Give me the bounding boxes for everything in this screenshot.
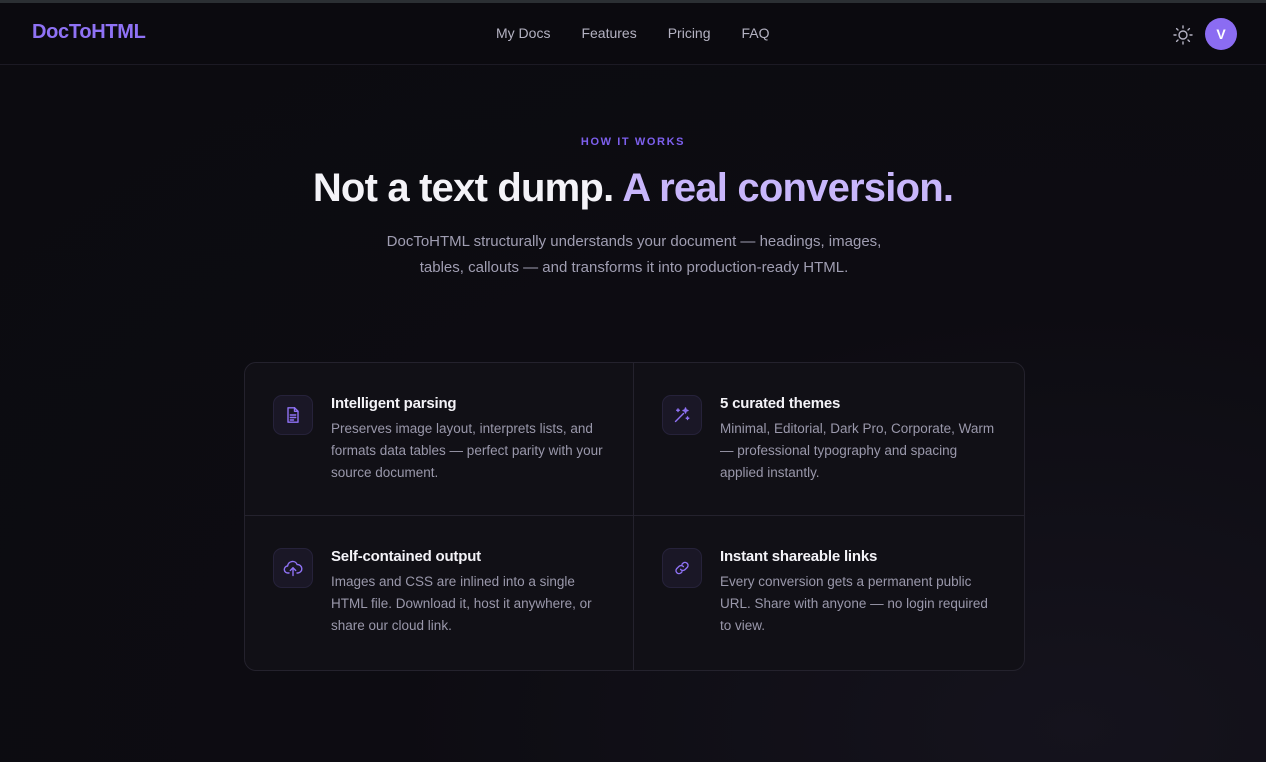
features-grid: Intelligent parsing Preserves image layo… (244, 362, 1025, 671)
feature-card-intelligent-parsing: Intelligent parsing Preserves image layo… (245, 363, 634, 516)
cloud-upload-icon (283, 560, 303, 577)
feature-description: Minimal, Editorial, Dark Pro, Corporate,… (720, 421, 995, 480)
link-icon (675, 561, 689, 575)
magic-wand-icon (674, 407, 690, 423)
feature-icon-box (662, 548, 702, 588)
feature-icon-box (662, 395, 702, 435)
brand-logo[interactable]: DocToHTML (32, 21, 146, 44)
feature-description: Preserves image layout, interprets lists… (331, 421, 603, 480)
feature-card-shareable-links: Instant shareable links Every conversion… (634, 516, 1024, 670)
feature-title: Intelligent parsing (331, 395, 457, 412)
nav-link-features[interactable]: Features (581, 25, 636, 41)
nav-link-faq[interactable]: FAQ (742, 25, 770, 41)
section-subtitle: DocToHTML structurally understands your … (386, 233, 882, 276)
feature-title: Self-contained output (331, 548, 481, 565)
feature-icon-box (273, 548, 313, 588)
top-navbar: DocToHTML My Docs Features Pricing FAQ V (0, 3, 1266, 65)
user-avatar[interactable]: V (1205, 18, 1237, 50)
feature-card-curated-themes: 5 curated themes Minimal, Editorial, Dar… (634, 363, 1024, 516)
feature-icon-box (273, 395, 313, 435)
theme-toggle-button[interactable] (1172, 24, 1194, 46)
headline-main: Not a text dump. (312, 166, 614, 210)
section-eyebrow: HOW IT WORKS (580, 136, 686, 148)
feature-description: Images and CSS are inlined into a single… (331, 574, 592, 633)
feature-title: Instant shareable links (720, 548, 878, 565)
feature-title: 5 curated themes (720, 395, 841, 412)
nav-link-my-docs[interactable]: My Docs (496, 25, 550, 41)
headline-accent: A real conversion. (622, 166, 954, 210)
document-icon (287, 407, 299, 423)
main-nav: My Docs Features Pricing FAQ (496, 25, 801, 41)
sun-icon (1173, 25, 1193, 45)
section-headline: Not a text dump. A real conversion. (0, 166, 1266, 211)
feature-description: Every conversion gets a permanent public… (720, 574, 988, 633)
feature-card-self-contained-output: Self-contained output Images and CSS are… (245, 516, 634, 670)
nav-link-pricing[interactable]: Pricing (668, 25, 711, 41)
